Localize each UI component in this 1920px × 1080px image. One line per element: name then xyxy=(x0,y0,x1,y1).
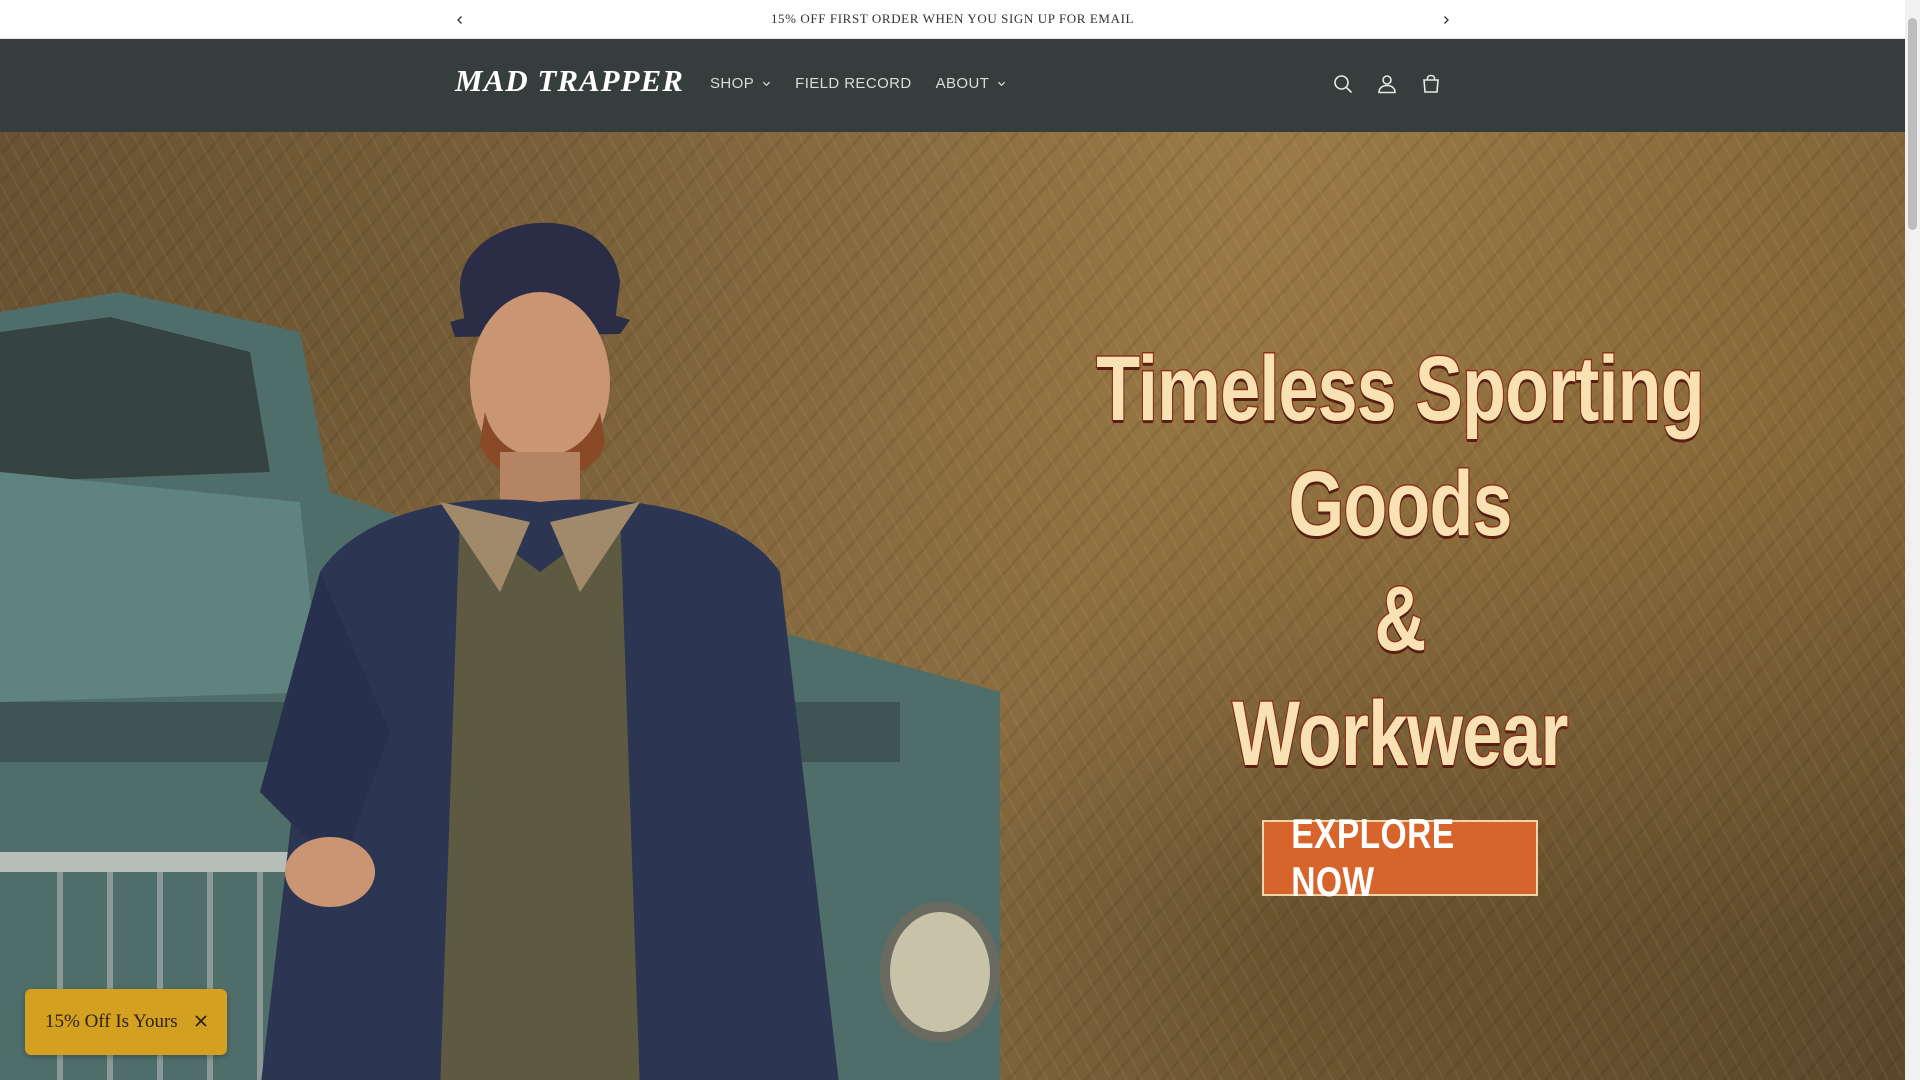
announcement-next-button[interactable] xyxy=(1434,8,1458,32)
nav-item-label: ABOUT xyxy=(935,75,990,92)
page-scrollbar[interactable] xyxy=(1905,0,1920,1080)
search-icon xyxy=(1334,75,1353,94)
promo-popup-button[interactable]: 15% Off Is Yours xyxy=(25,989,227,1055)
hero-headline-line: Workwear xyxy=(1231,682,1570,787)
site-logo[interactable]: MAD TRAPPER xyxy=(455,63,684,99)
close-icon xyxy=(195,1015,207,1027)
announcement-bar: 15% OFF FIRST ORDER WHEN YOU SIGN UP FOR… xyxy=(0,0,1905,39)
nav-item-label: FIELD RECORD xyxy=(795,75,912,92)
promo-label: 15% Off Is Yours xyxy=(45,1011,178,1032)
hero-headline-line: Timeless Sporting Goods xyxy=(1095,337,1706,557)
search-button[interactable] xyxy=(1331,72,1355,96)
hero-model-image xyxy=(260,222,839,1080)
main-nav: SHOP FIELD RECORD ABOUT xyxy=(710,75,1006,92)
explore-now-label: EXPLORE NOW xyxy=(1291,810,1455,905)
hero-headline-line: & xyxy=(1373,567,1427,672)
nav-item-shop[interactable]: SHOP xyxy=(710,75,771,92)
chevron-down-icon xyxy=(998,81,1006,87)
announcement-text[interactable]: 15% OFF FIRST ORDER WHEN YOU SIGN UP FOR… xyxy=(0,11,1905,27)
nav-item-field-record[interactable]: FIELD RECORD xyxy=(795,75,911,92)
chevron-right-icon xyxy=(1444,16,1449,24)
nav-item-label: SHOP xyxy=(710,75,755,92)
nav-item-about[interactable]: ABOUT xyxy=(936,75,1007,92)
account-button[interactable] xyxy=(1375,72,1399,96)
promo-close-button[interactable] xyxy=(191,1011,211,1031)
chevron-down-icon xyxy=(763,81,771,87)
site-header: MAD TRAPPER SHOP FIELD RECORD ABOUT xyxy=(0,39,1905,132)
header-icons xyxy=(1331,72,1443,96)
scrollbar-thumb[interactable] xyxy=(1908,18,1917,230)
cart-button[interactable] xyxy=(1419,72,1443,96)
account-icon xyxy=(1378,75,1396,94)
explore-now-button[interactable]: EXPLORE NOW xyxy=(1262,810,1538,905)
hero-headline: Timeless Sporting Goods & Workwear xyxy=(960,332,1840,792)
hero-banner: Timeless Sporting Goods & Workwear EXPLO… xyxy=(0,132,1905,1080)
cart-icon xyxy=(1423,74,1439,93)
